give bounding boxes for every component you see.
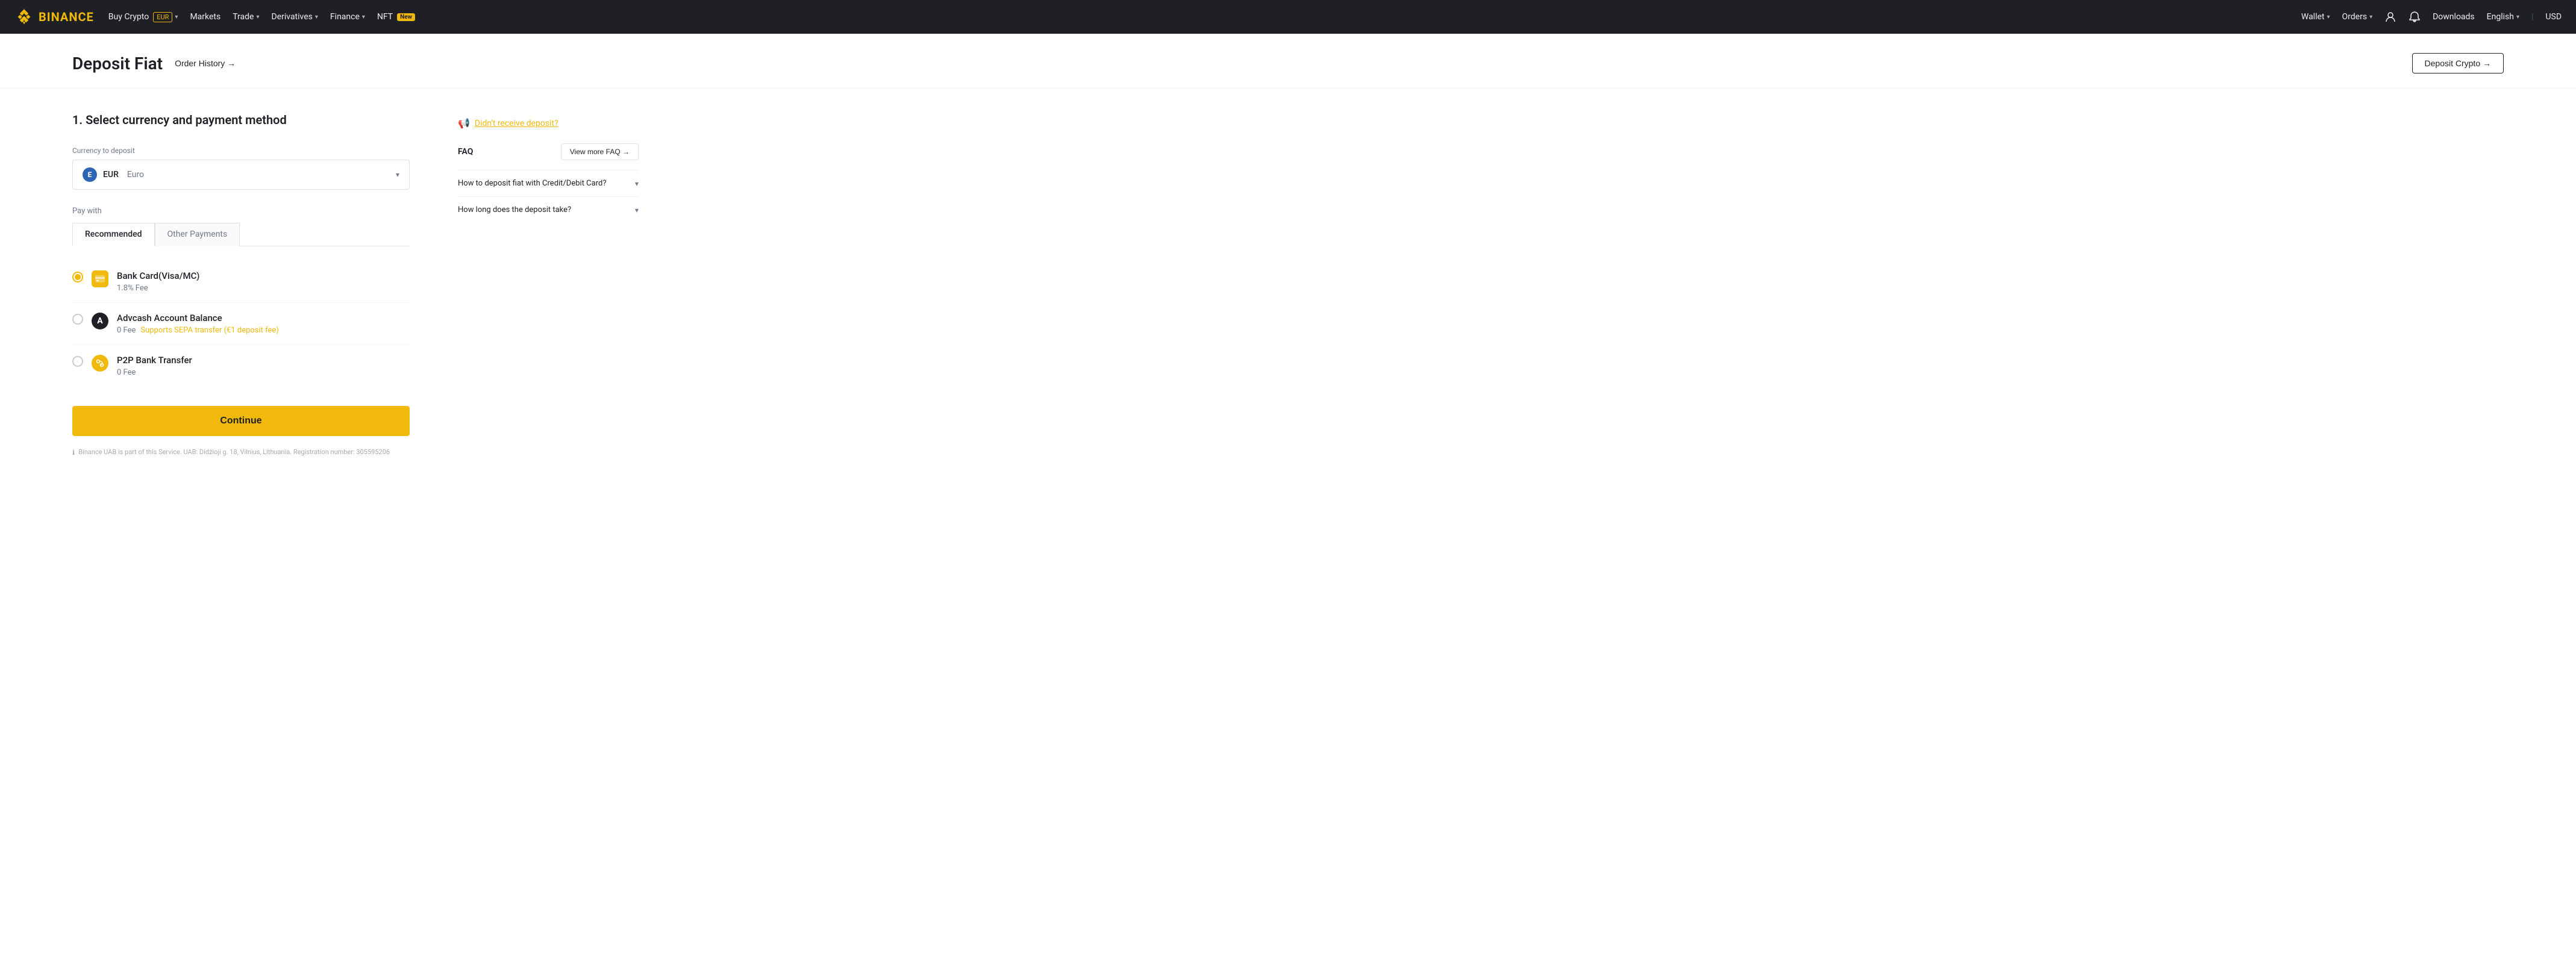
radio-advcash[interactable] [72, 314, 83, 325]
bank-card-name: Bank Card(Visa/MC) [117, 270, 410, 281]
nav-profile-icon[interactable] [2384, 11, 2396, 23]
currency-left: E EUR Euro [83, 167, 144, 182]
logo-text: BINANCE [39, 10, 94, 24]
buy-crypto-chevron-icon: ▾ [175, 14, 178, 20]
radio-p2p[interactable] [72, 356, 83, 367]
currency-dropdown-icon: ▾ [396, 170, 399, 179]
currency-fullname: Euro [127, 170, 144, 179]
section-title: 1. Select currency and payment method [72, 113, 410, 127]
nav-trade[interactable]: Trade ▾ [233, 12, 259, 22]
currency-code: EUR [103, 170, 119, 179]
logo[interactable]: BINANCE [14, 7, 94, 26]
p2p-icon [92, 355, 108, 372]
faq-item-1[interactable]: How long does the deposit take? ▾ [458, 196, 639, 223]
faq-chevron-0-icon: ▾ [635, 179, 639, 188]
nav-finance[interactable]: Finance ▾ [330, 12, 365, 22]
nav-divider: | [2531, 12, 2533, 22]
deposit-crypto-button[interactable]: Deposit Crypto → [2412, 53, 2504, 73]
faq-chevron-1-icon: ▾ [635, 206, 639, 214]
trade-chevron-icon: ▾ [256, 14, 259, 20]
view-more-faq-button[interactable]: View more FAQ → [561, 143, 639, 160]
nav-nft[interactable]: NFT New [377, 12, 415, 22]
advcash-info: Advcash Account Balance 0 Fee Supports S… [117, 313, 410, 335]
page-container: Deposit Fiat Order History → Deposit Cry… [0, 34, 2576, 954]
didnt-receive-link[interactable]: Didn't receive deposit? [475, 119, 558, 128]
radio-selected-dot [75, 274, 81, 280]
advcash-name: Advcash Account Balance [117, 313, 410, 323]
payment-tabs: Recommended Other Payments [72, 223, 410, 246]
pay-with-label: Pay with [72, 207, 410, 216]
didnt-receive-section: 📢 Didn't receive deposit? [458, 117, 639, 129]
derivatives-chevron-icon: ▾ [315, 14, 318, 20]
p2p-name: P2P Bank Transfer [117, 355, 410, 366]
radio-bank-card[interactable] [72, 272, 83, 282]
faq-question-1: How long does the deposit take? [458, 205, 635, 214]
right-panel: 📢 Didn't receive deposit? FAQ View more … [458, 113, 639, 457]
order-history-button[interactable]: Order History → [175, 58, 236, 68]
bank-card-fee: 1.8% Fee [117, 284, 410, 293]
nav-right: Wallet ▾ Orders ▾ Downloads English ▾ | … [2301, 11, 2562, 23]
nav-buy-crypto[interactable]: Buy Crypto EUR ▾ [108, 12, 178, 22]
navbar: BINANCE Buy Crypto EUR ▾ Markets Trade ▾… [0, 0, 2576, 34]
continue-button[interactable]: Continue [72, 406, 410, 436]
currency-label: Currency to deposit [72, 146, 410, 155]
bank-card-icon [92, 270, 108, 287]
new-badge: New [397, 13, 415, 21]
bank-card-info: Bank Card(Visa/MC) 1.8% Fee [117, 270, 410, 293]
nav-derivatives[interactable]: Derivatives ▾ [272, 12, 318, 22]
nav-notifications-icon[interactable] [2409, 11, 2421, 23]
left-panel: 1. Select currency and payment method Cu… [72, 113, 410, 457]
currency-select[interactable]: E EUR Euro ▾ [72, 160, 410, 190]
nav-wallet[interactable]: Wallet ▾ [2301, 12, 2330, 22]
currency-circle-icon: E [83, 167, 97, 182]
nav-items: Buy Crypto EUR ▾ Markets Trade ▾ Derivat… [108, 12, 2287, 22]
orders-chevron-icon: ▾ [2369, 14, 2372, 20]
eur-badge: EUR [153, 12, 172, 22]
advcash-fee: 0 Fee [117, 326, 136, 335]
tab-other-payments[interactable]: Other Payments [155, 223, 240, 246]
nav-downloads[interactable]: Downloads [2433, 12, 2475, 22]
faq-question-0: How to deposit fiat with Credit/Debit Ca… [458, 179, 635, 188]
wallet-chevron-icon: ▾ [2327, 14, 2330, 20]
finance-chevron-icon: ▾ [362, 14, 365, 20]
payment-option-advcash[interactable]: A Advcash Account Balance 0 Fee Supports… [72, 303, 410, 345]
megaphone-icon: 📢 [458, 117, 470, 129]
tab-recommended[interactable]: Recommended [72, 223, 155, 246]
payment-option-bank-card[interactable]: Bank Card(Visa/MC) 1.8% Fee [72, 261, 410, 303]
advcash-sepa-note: Supports SEPA transfer (€1 deposit fee) [140, 326, 278, 335]
payment-option-p2p[interactable]: P2P Bank Transfer 0 Fee [72, 345, 410, 387]
page-header: Deposit Fiat Order History → Deposit Cry… [0, 34, 2576, 89]
p2p-info: P2P Bank Transfer 0 Fee [117, 355, 410, 377]
payment-options-list: Bank Card(Visa/MC) 1.8% Fee A Advcash Ac… [72, 261, 410, 387]
nav-orders[interactable]: Orders ▾ [2342, 12, 2373, 22]
advcash-icon: A [92, 313, 108, 329]
language-chevron-icon: ▾ [2516, 14, 2519, 20]
main-content: 1. Select currency and payment method Cu… [0, 89, 2576, 481]
binance-logo-icon [14, 7, 34, 26]
faq-item-0[interactable]: How to deposit fiat with Credit/Debit Ca… [458, 170, 639, 196]
nav-language[interactable]: English ▾ [2487, 12, 2519, 22]
footer-note: ℹ Binance UAB is part of this Service. U… [72, 448, 410, 457]
page-title: Deposit Fiat [72, 54, 163, 73]
nav-markets[interactable]: Markets [190, 12, 220, 22]
p2p-fee: 0 Fee [117, 368, 410, 377]
info-icon: ℹ [72, 449, 75, 457]
faq-title: FAQ [458, 147, 473, 157]
nav-currency[interactable]: USD [2545, 12, 2562, 22]
faq-header: FAQ View more FAQ → [458, 143, 639, 160]
